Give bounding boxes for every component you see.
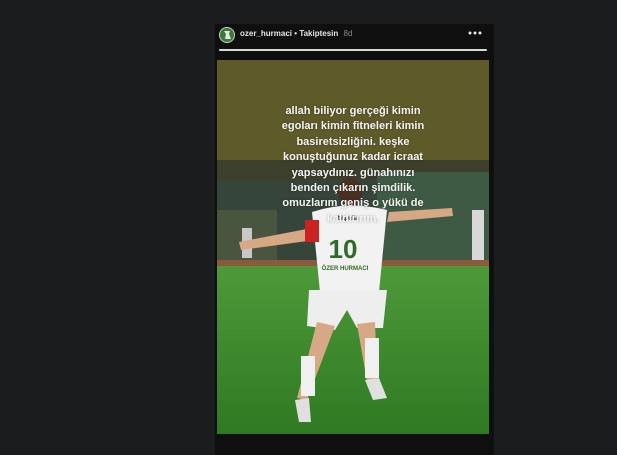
story-caption: allah biliyor gerçeği kimin egoları kimi… bbox=[281, 105, 425, 225]
shirt-number: 10 bbox=[329, 234, 358, 264]
more-options-button[interactable] bbox=[466, 27, 484, 39]
story-user-line: ozer_hurmaci • Takiptesin 8d bbox=[240, 29, 352, 38]
separator-dot: • bbox=[294, 29, 298, 38]
story-progress-bar bbox=[219, 49, 487, 51]
story-footer bbox=[215, 434, 494, 455]
story-image[interactable]: bigjulia 10 ÖZER HURMACI allah biliyor g… bbox=[217, 60, 489, 434]
shirt-name: ÖZER HURMACI bbox=[322, 265, 369, 272]
story-progress-fill bbox=[219, 49, 487, 51]
story-viewer[interactable]: ozer_hurmaci • Takiptesin 8d bigjulia 10… bbox=[215, 24, 494, 455]
post-age: 8d bbox=[343, 29, 353, 38]
avatar[interactable] bbox=[219, 27, 235, 43]
username-link[interactable]: ozer_hurmaci bbox=[240, 29, 292, 38]
follow-status[interactable]: Takiptesin bbox=[299, 29, 338, 38]
story-header: ozer_hurmaci • Takiptesin 8d bbox=[215, 24, 494, 54]
avatar-image bbox=[220, 28, 234, 42]
more-horizontal-icon bbox=[468, 31, 482, 35]
